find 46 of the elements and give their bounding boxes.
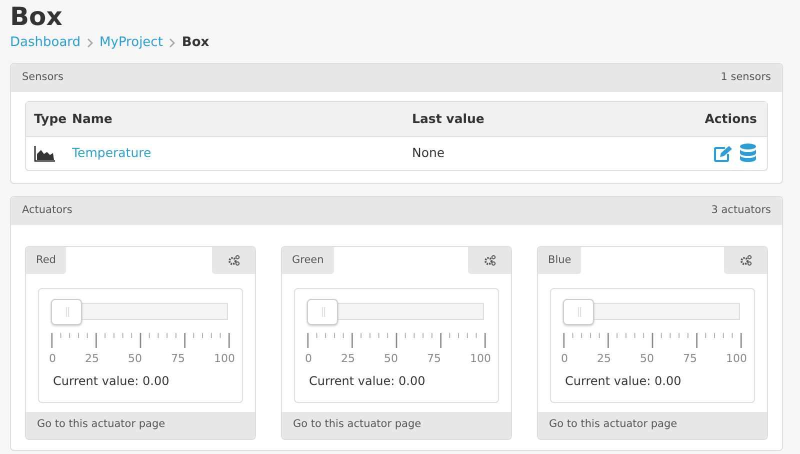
gears-icon xyxy=(740,255,752,266)
tick-label: 100 xyxy=(214,351,235,367)
edit-icon[interactable] xyxy=(713,144,733,162)
column-header: Actions xyxy=(704,110,757,126)
tick-label: 25 xyxy=(597,351,611,367)
table-cell: None xyxy=(412,145,445,160)
breadcrumb-current: Box xyxy=(182,34,210,52)
gears-icon xyxy=(228,255,240,266)
actuator-count: 3 actuators xyxy=(711,203,771,218)
settings-button[interactable] xyxy=(212,247,255,274)
tick-label: 25 xyxy=(341,351,355,367)
page-title: Box xyxy=(10,1,64,33)
column-header: Last value xyxy=(412,110,484,126)
tick-label: 25 xyxy=(85,351,99,367)
tick-label: 50 xyxy=(128,351,142,367)
tick-label: 75 xyxy=(171,351,185,367)
slider-handle[interactable] xyxy=(563,299,594,325)
current-value: Current value: 0.00 xyxy=(564,372,682,390)
gears-icon xyxy=(484,255,496,266)
sensor-count: 1 sensors xyxy=(720,70,771,86)
current-value: Current value: 0.00 xyxy=(308,372,426,390)
slider-handle[interactable] xyxy=(307,299,338,325)
slider-handle[interactable] xyxy=(51,299,82,325)
tick-label: 50 xyxy=(384,351,398,367)
actuator-name: Green xyxy=(282,247,334,274)
chevron-icon xyxy=(86,38,94,48)
database-icon[interactable] xyxy=(739,143,757,164)
tick-label: 0 xyxy=(305,351,312,367)
column-header: Name xyxy=(72,110,112,126)
tick-label: 100 xyxy=(470,351,491,367)
current-value: Current value: 0.00 xyxy=(52,372,170,390)
panel-title: Actuators xyxy=(22,203,72,218)
tick-label: 75 xyxy=(427,351,441,367)
area-chart-icon xyxy=(34,146,56,162)
tick-label: 100 xyxy=(726,351,747,367)
actuator-name: Blue xyxy=(538,247,582,274)
column-header: Type xyxy=(34,110,67,126)
tick-label: 0 xyxy=(561,351,568,367)
chevron-icon xyxy=(168,38,176,48)
tick-label: 0 xyxy=(49,351,56,367)
settings-button[interactable] xyxy=(724,247,767,274)
actuator-name: Red xyxy=(26,247,66,274)
settings-button[interactable] xyxy=(468,247,511,274)
tick-label: 50 xyxy=(640,351,654,367)
panel-title: Sensors xyxy=(22,70,64,86)
tick-label: 75 xyxy=(683,351,697,367)
